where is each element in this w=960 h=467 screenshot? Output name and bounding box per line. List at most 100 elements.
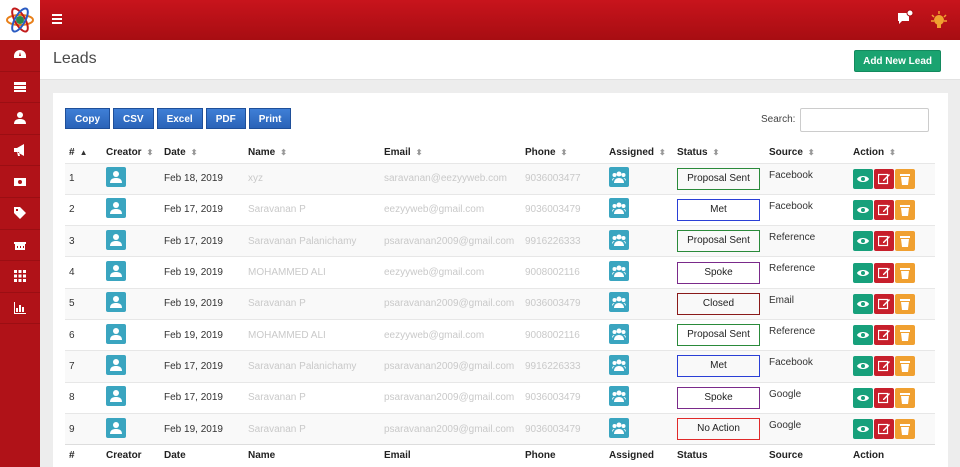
delete-trash-icon[interactable] xyxy=(895,168,915,189)
status-badge[interactable]: Met xyxy=(677,355,760,378)
foot-status: Status xyxy=(673,444,765,467)
cell-name: Saravanan P xyxy=(244,287,380,320)
sidebar-item-money[interactable] xyxy=(0,166,40,198)
col-header-name[interactable]: Name ⬍ xyxy=(244,143,380,163)
creator-avatar-icon[interactable] xyxy=(106,417,126,438)
view-eye-icon[interactable] xyxy=(853,262,873,283)
delete-trash-icon[interactable] xyxy=(895,231,915,252)
creator-avatar-icon[interactable] xyxy=(106,167,126,188)
cell-assigned xyxy=(605,256,673,289)
col-header-date[interactable]: Date ⬍ xyxy=(160,143,244,163)
delete-trash-icon[interactable] xyxy=(895,262,915,283)
table-row[interactable]: 5 Feb 19, 2019 Saravanan Ppsaravanan2009@g… xyxy=(65,287,935,320)
edit-icon[interactable] xyxy=(874,293,894,314)
view-eye-icon[interactable] xyxy=(853,356,873,377)
view-eye-icon[interactable] xyxy=(853,419,873,440)
assigned-group-icon[interactable] xyxy=(609,323,629,344)
csv-button[interactable]: CSV xyxy=(113,108,154,129)
table-row[interactable]: 8 Feb 17, 2019 Saravanan Ppsaravanan2009@g… xyxy=(65,381,935,414)
view-eye-icon[interactable] xyxy=(853,199,873,220)
print-button[interactable]: Print xyxy=(248,108,292,129)
assigned-group-icon[interactable] xyxy=(609,261,629,282)
creator-avatar-icon[interactable] xyxy=(106,198,126,219)
notification-chat-icon[interactable] xyxy=(896,9,914,30)
cell-creator xyxy=(102,412,160,445)
edit-icon[interactable] xyxy=(874,262,894,283)
sidebar-item-user[interactable] xyxy=(0,103,40,135)
col-header-action[interactable]: Action ⬍ xyxy=(849,143,935,163)
sidebar-item-tag[interactable] xyxy=(0,198,40,230)
status-badge[interactable]: No Action xyxy=(677,418,760,441)
status-badge[interactable]: Met xyxy=(677,198,760,221)
menu-toggle-icon[interactable] xyxy=(52,14,62,24)
delete-trash-icon[interactable] xyxy=(895,419,915,440)
app-logo[interactable] xyxy=(0,0,40,40)
excel-button[interactable]: Excel xyxy=(156,108,203,129)
assigned-group-icon[interactable] xyxy=(609,167,629,188)
delete-trash-icon[interactable] xyxy=(895,325,915,346)
col-header-email[interactable]: Email ⬍ xyxy=(380,143,521,163)
delete-trash-icon[interactable] xyxy=(895,356,915,377)
bulb-icon[interactable] xyxy=(930,10,948,33)
creator-avatar-icon[interactable] xyxy=(106,323,126,344)
col-header-num[interactable]: # ▲ xyxy=(65,143,102,163)
status-badge[interactable]: Proposal Sent xyxy=(677,167,760,190)
col-header-creator[interactable]: Creator ⬍ xyxy=(102,143,160,163)
creator-avatar-icon[interactable] xyxy=(106,229,126,250)
assigned-group-icon[interactable] xyxy=(609,292,629,313)
search-input[interactable] xyxy=(800,108,929,132)
col-header-assigned[interactable]: Assigned ⬍ xyxy=(605,143,673,163)
sidebar-item-building[interactable] xyxy=(0,230,40,262)
table-row[interactable]: 2 Feb 17, 2019 Saravanan Peezyyweb@gmail.c… xyxy=(65,193,935,226)
edit-icon[interactable] xyxy=(874,199,894,220)
view-eye-icon[interactable] xyxy=(853,293,873,314)
view-eye-icon[interactable] xyxy=(853,387,873,408)
copy-button[interactable]: Copy xyxy=(65,108,110,129)
status-badge[interactable]: Spoke xyxy=(677,386,760,409)
status-badge[interactable]: Proposal Sent xyxy=(677,324,760,347)
cell-name: Saravanan P xyxy=(244,412,380,445)
edit-icon[interactable] xyxy=(874,168,894,189)
view-eye-icon[interactable] xyxy=(853,231,873,252)
sidebar-item-megaphone[interactable] xyxy=(0,135,40,167)
creator-avatar-icon[interactable] xyxy=(106,354,126,375)
sidebar-item-dashboard[interactable] xyxy=(0,40,40,72)
table-row[interactable]: 3 Feb 17, 2019 Saravanan Palanichamy psarav… xyxy=(65,225,935,257)
col-header-source[interactable]: Source ⬍ xyxy=(765,143,849,163)
delete-trash-icon[interactable] xyxy=(895,293,915,314)
add-new-lead-button[interactable]: Add New Lead xyxy=(854,50,941,72)
view-eye-icon[interactable] xyxy=(853,325,873,346)
assigned-group-icon[interactable] xyxy=(609,354,629,375)
creator-avatar-icon[interactable] xyxy=(106,386,126,407)
col-header-status[interactable]: Status ⬍ xyxy=(673,143,765,163)
delete-trash-icon[interactable] xyxy=(895,387,915,408)
creator-avatar-icon[interactable] xyxy=(106,292,126,313)
edit-icon[interactable] xyxy=(874,387,894,408)
sidebar-item-grid[interactable] xyxy=(0,261,40,293)
sidebar-item-list[interactable] xyxy=(0,72,40,104)
edit-icon[interactable] xyxy=(874,231,894,252)
table-row[interactable]: 6 Feb 19, 2019 MOHAMMED ALI eezyyweb@gmail.… xyxy=(65,318,935,351)
table-row[interactable]: 1 Feb 18, 2019 xyz saravanan@eezyyweb.com 90… xyxy=(65,162,935,195)
view-eye-icon[interactable] xyxy=(853,168,873,189)
edit-icon[interactable] xyxy=(874,419,894,440)
creator-avatar-icon[interactable] xyxy=(106,261,126,282)
cell-source: Email xyxy=(765,287,849,320)
table-row[interactable]: 7 Feb 17, 2019 Saravanan Palanichamy psarav… xyxy=(65,350,935,383)
cell-status: Proposal Sent xyxy=(673,162,765,195)
edit-icon[interactable] xyxy=(874,325,894,346)
assigned-group-icon[interactable] xyxy=(609,386,629,407)
sidebar-item-chart[interactable] xyxy=(0,293,40,325)
delete-trash-icon[interactable] xyxy=(895,199,915,220)
table-row[interactable]: 4 Feb 19, 2019 MOHAMMED ALI eezyyweb@gmail.… xyxy=(65,256,935,289)
assigned-group-icon[interactable] xyxy=(609,198,629,219)
table-row[interactable]: 9 Feb 19, 2019 Saravanan Ppsaravanan2009@g… xyxy=(65,412,935,445)
status-badge[interactable]: Proposal Sent xyxy=(677,230,760,253)
assigned-group-icon[interactable] xyxy=(609,417,629,438)
assigned-group-icon[interactable] xyxy=(609,229,629,250)
status-badge[interactable]: Closed xyxy=(677,292,760,315)
status-badge[interactable]: Spoke xyxy=(677,261,760,284)
edit-icon[interactable] xyxy=(874,356,894,377)
pdf-button[interactable]: PDF xyxy=(205,108,246,129)
col-header-phone[interactable]: Phone ⬍ xyxy=(521,143,605,163)
